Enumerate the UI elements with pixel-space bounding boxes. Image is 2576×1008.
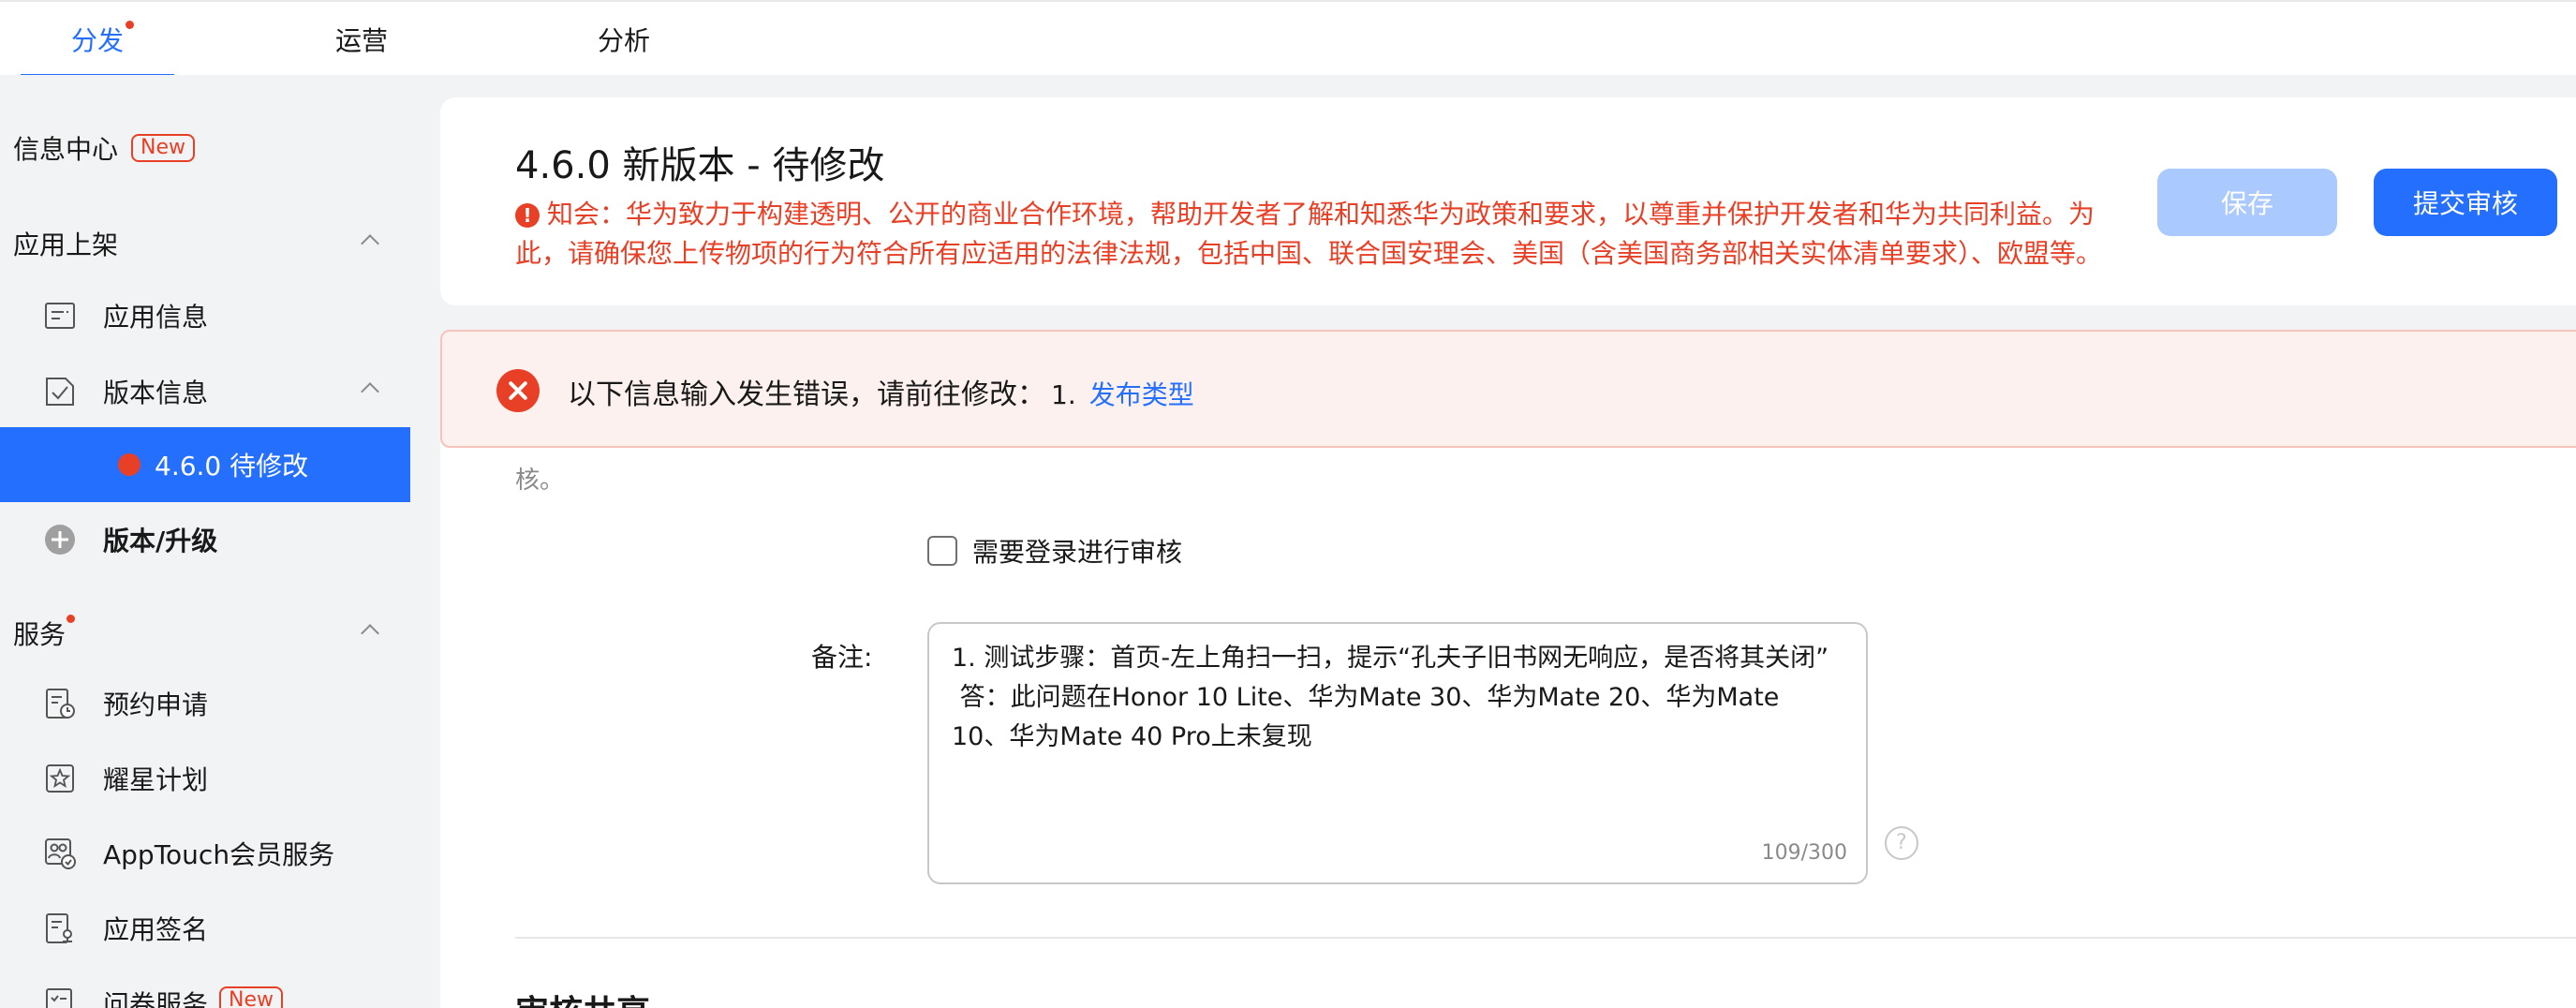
star-badge-icon <box>46 764 74 793</box>
sidebar-item-version-upgrade[interactable]: 版本/升级 <box>0 502 410 577</box>
tab-operations[interactable]: 运营 <box>287 2 437 77</box>
sidebar-item-label: 4.6.0 待修改 <box>155 451 309 482</box>
chevron-up-icon[interactable] <box>361 624 379 643</box>
sidebar-item-app-signature[interactable]: 应用签名 <box>0 891 410 966</box>
page-title: 4.6.0 新版本 - 待修改 <box>515 144 885 187</box>
release-type-link[interactable]: 发布类型 <box>1089 375 1194 412</box>
tab-label: 运营 <box>334 25 388 56</box>
divider <box>515 937 2576 939</box>
login-review-checkbox[interactable] <box>927 536 957 566</box>
sidebar-item-label: 信息中心 <box>13 134 119 165</box>
document-icon <box>45 303 75 329</box>
error-message: 以下信息输入发生错误，请前往修改： 1. 发布类型 <box>568 371 1194 412</box>
sidebar-item-label: 应用信息 <box>103 302 209 333</box>
new-badge: New <box>219 986 283 1008</box>
tab-distribution[interactable]: 分发 <box>21 2 174 77</box>
sidebar-section-app-listing[interactable]: 应用上架 <box>13 225 118 262</box>
new-badge: New <box>131 134 196 162</box>
help-icon[interactable]: ? <box>1885 826 1918 860</box>
sidebar-item-label: AppTouch会员服务 <box>103 839 335 870</box>
remark-textarea[interactable]: 1. 测试步骤：首页-左上角扫一扫，提示“孔夫子旧书网无响应，是否将其关闭” 答… <box>927 622 1868 884</box>
sidebar-item-label: 应用签名 <box>103 914 209 945</box>
error-item-number: 1. <box>1051 379 1076 410</box>
tab-analytics[interactable]: 分析 <box>549 2 699 77</box>
tab-label: 分发 <box>70 25 124 56</box>
notification-dot-icon <box>126 21 134 29</box>
plus-circle-icon <box>45 525 75 555</box>
remark-label: 备注: <box>811 642 873 673</box>
truncated-text: 核。 <box>515 467 565 495</box>
sidebar-item-app-info[interactable]: 应用信息 <box>0 278 410 353</box>
sidebar-item-appointment[interactable]: 预约申请 <box>0 666 410 741</box>
sidebar-item-version-460[interactable]: 4.6.0 待修改 <box>0 427 410 502</box>
section-label: 应用上架 <box>13 230 119 260</box>
error-banner: 以下信息输入发生错误，请前往修改： 1. 发布类型 <box>440 330 2576 448</box>
sidebar-section-services[interactable]: 服务 <box>13 615 76 652</box>
sidebar-item-label: 问卷服务 <box>103 989 209 1008</box>
warning-icon: ! <box>515 203 540 228</box>
save-button[interactable]: 保存 <box>2157 169 2337 236</box>
remark-text: 1. 测试步骤：首页-左上角扫一扫，提示“孔夫子旧书网无响应，是否将其关闭” 答… <box>952 644 1829 751</box>
sidebar-item-label: 耀星计划 <box>103 764 209 795</box>
sidebar-item-label: 版本信息 <box>103 378 209 408</box>
sidebar-item-star-plan[interactable]: 耀星计划 <box>0 741 410 816</box>
sidebar-item-label: 版本/升级 <box>103 526 218 556</box>
status-dot-icon <box>118 453 141 476</box>
error-close-icon <box>496 369 540 412</box>
char-counter: 109/300 <box>1761 841 1847 865</box>
section-heading: 审核共享 <box>515 986 650 1008</box>
checkbox-label: 需要登录进行审核 <box>972 537 1183 568</box>
submit-review-button[interactable]: 提交审核 <box>2374 169 2557 236</box>
login-review-option[interactable]: 需要登录进行审核 <box>927 532 1182 570</box>
compliance-notice: ! 知会：华为致力于构建透明、公开的商业合作环境，帮助开发者了解和知悉华为政策和要… <box>515 195 2117 274</box>
version-form: 核。 需要登录进行审核 备注: 1. 测试步骤：首页-左上角扫一扫，提示“孔夫子… <box>440 440 2576 1008</box>
top-nav: 分发 运营 分析 <box>0 0 2576 77</box>
notification-dot-icon <box>67 615 76 623</box>
sidebar-item-label: 预约申请 <box>103 689 209 720</box>
tab-label: 分析 <box>597 25 650 56</box>
error-text: 以下信息输入发生错误，请前往修改： <box>568 378 1045 411</box>
version-header-card: 4.6.0 新版本 - 待修改 ! 知会：华为致力于构建透明、公开的商业合作环境，… <box>440 97 2576 305</box>
survey-icon <box>46 988 72 1008</box>
signature-icon <box>46 913 72 943</box>
section-label: 服务 <box>13 619 67 650</box>
notice-text: 知会：华为致力于构建透明、公开的商业合作环境，帮助开发者了解和知悉华为政策和要求… <box>515 199 2103 269</box>
sidebar-item-info-center[interactable]: 信息中心 New <box>13 129 196 167</box>
appointment-icon <box>46 689 75 719</box>
sidebar-item-version-info[interactable]: 版本信息 <box>0 354 410 429</box>
members-icon <box>45 838 76 869</box>
chevron-up-icon[interactable] <box>361 234 379 253</box>
sidebar: 信息中心 New 应用上架 应用信息 版本信息 4.6.0 待修改 版本/升级 … <box>0 75 410 1008</box>
sidebar-item-survey[interactable]: 问卷服务 New <box>0 966 410 1008</box>
version-check-icon <box>46 378 74 406</box>
sidebar-item-apptouch-membership[interactable]: AppTouch会员服务 <box>0 816 410 891</box>
